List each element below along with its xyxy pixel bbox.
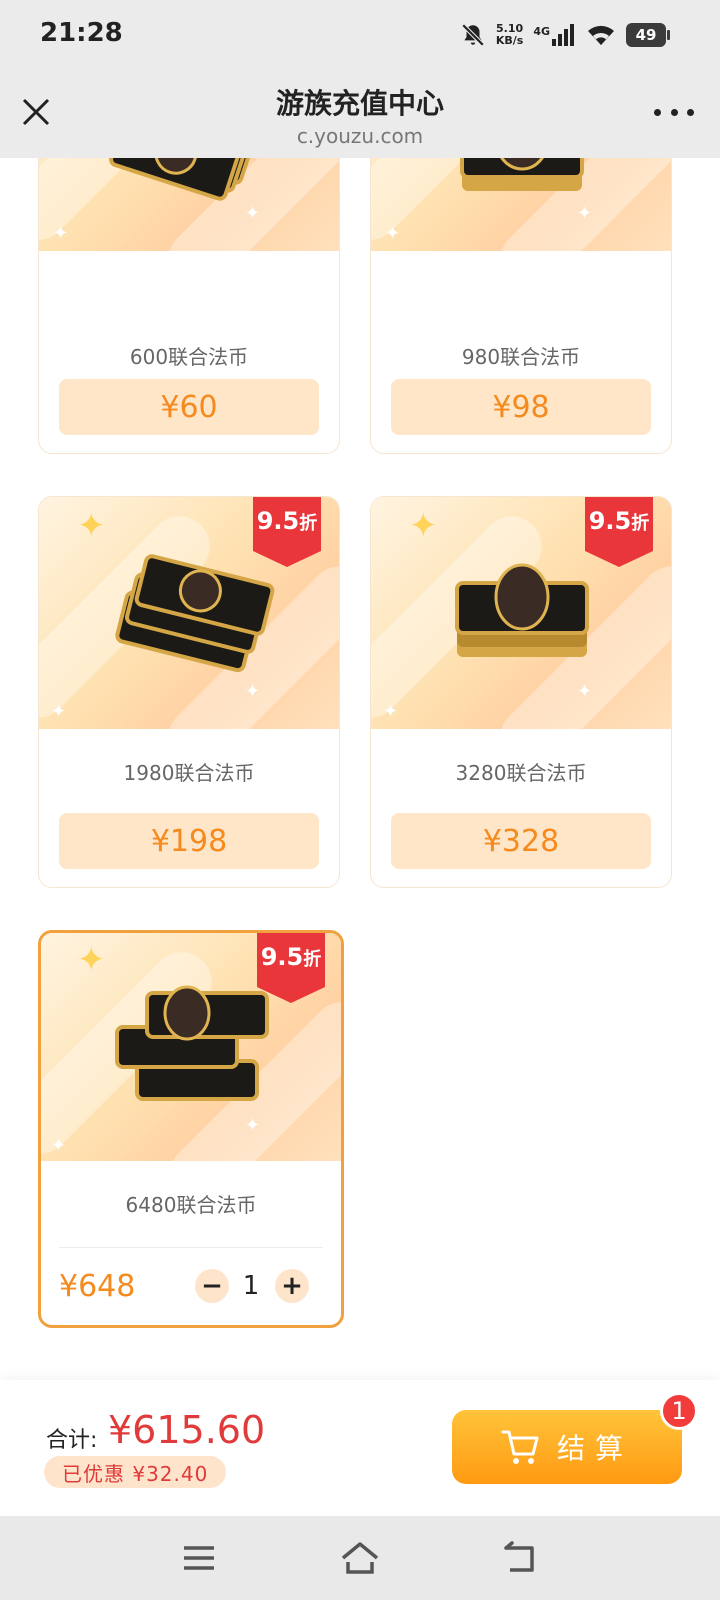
cart-count-badge: 1 xyxy=(660,1392,698,1430)
discount-rate: 9.5 xyxy=(256,507,300,535)
quantity-value: 1 xyxy=(242,1271,260,1301)
price-button[interactable]: ¥98 xyxy=(391,379,651,435)
more-icon[interactable] xyxy=(654,100,694,124)
more-dot xyxy=(687,108,694,116)
page-title: 游族充值中心 xyxy=(275,87,444,120)
bell-off-icon xyxy=(461,23,485,47)
status-time: 21:28 xyxy=(40,18,123,48)
discount-rate: 9.5 xyxy=(588,507,632,535)
product-list: ✦ ✦ 600联合法币 ¥60 ✦ ✦ 980联合法币 ¥98 ✦ ✦ ✦ 9.… xyxy=(0,158,720,1380)
sparkle-icon: ✦ xyxy=(245,1115,261,1136)
coin-stack-icon xyxy=(115,985,269,1101)
battery-icon: 49 xyxy=(626,23,670,47)
discount-unit: 折 xyxy=(303,949,322,970)
back-icon[interactable] xyxy=(500,1540,540,1576)
net-speed: 5.10 KB/s xyxy=(496,23,523,47)
coin-stack-icon xyxy=(455,563,589,657)
product-image: ✦ ✦ xyxy=(371,158,671,251)
price-button[interactable]: ¥60 xyxy=(59,379,319,435)
sparkle-icon: ✦ xyxy=(77,506,106,546)
product-card[interactable]: ✦ ✦ 980联合法币 ¥98 xyxy=(370,158,672,454)
coin-stack-icon xyxy=(460,158,584,191)
title-bar: 游族充值中心 c.youzu.com xyxy=(0,68,720,158)
net-speed-unit: KB/s xyxy=(495,34,524,47)
discount-badge: 9.5折 xyxy=(257,933,325,1003)
saved-badge: 已优惠 ¥32.40 xyxy=(44,1456,227,1488)
sparkle-icon: ✦ xyxy=(409,506,438,546)
price-button[interactable]: ¥328 xyxy=(391,813,651,869)
more-dot xyxy=(670,108,678,116)
sparkle-icon: ✦ xyxy=(77,940,106,980)
divider xyxy=(59,1247,323,1248)
cart-icon xyxy=(501,1430,539,1464)
checkout-button[interactable]: 结算 xyxy=(452,1410,682,1484)
product-name: 600联合法币 xyxy=(129,345,249,369)
discount-rate: 9.5 xyxy=(260,943,304,971)
signal-icon xyxy=(552,24,574,46)
checkout-label: 结算 xyxy=(556,1432,633,1465)
wifi-icon xyxy=(588,25,614,45)
coin-stack-icon xyxy=(115,554,275,673)
total-label: 合计: xyxy=(46,1428,98,1453)
sparkle-icon: ✦ xyxy=(383,701,399,722)
menu-icon[interactable] xyxy=(180,1540,220,1576)
product-image: ✦ ✦ ✦ 9.5折 xyxy=(371,497,671,729)
product-image: ✦ ✦ xyxy=(39,158,339,251)
sparkle-icon: ✦ xyxy=(385,223,401,244)
home-icon[interactable] xyxy=(340,1540,380,1576)
discount-badge: 9.5折 xyxy=(253,497,321,567)
status-icons: 5.10 KB/s 4G 49 xyxy=(460,20,670,50)
product-name: 980联合法币 xyxy=(461,345,581,369)
product-card[interactable]: ✦ ✦ ✦ 9.5折 1980联合法币 ¥198 xyxy=(38,496,340,888)
more-dot xyxy=(654,108,661,116)
product-image: ✦ ✦ ✦ 9.5折 xyxy=(39,497,339,729)
total-value: ¥615.60 xyxy=(108,1408,266,1452)
battery-level: 49 xyxy=(635,26,657,44)
product-card-selected[interactable]: ✦ ✦ ✦ 9.5折 6480联合法币 ¥648 − 1 + xyxy=(38,930,344,1328)
checkout-footer: 合计: ¥615.60 已优惠 ¥32.40 结算 1 xyxy=(0,1380,720,1516)
sparkle-icon: ✦ xyxy=(53,223,69,244)
discount-unit: 折 xyxy=(631,513,650,534)
sparkle-icon: ✦ xyxy=(51,1135,67,1156)
product-name: 3280联合法币 xyxy=(455,761,587,785)
signal-group: 4G xyxy=(533,24,576,46)
price-button[interactable]: ¥198 xyxy=(59,813,319,869)
plus-icon: + xyxy=(281,1271,303,1301)
discount-badge: 9.5折 xyxy=(585,497,653,567)
sparkle-icon: ✦ xyxy=(245,681,261,702)
product-card[interactable]: ✦ ✦ 600联合法币 ¥60 xyxy=(38,158,340,454)
quantity-minus-button[interactable]: − xyxy=(195,1269,229,1303)
quantity-plus-button[interactable]: + xyxy=(275,1269,309,1303)
network-type: 4G xyxy=(533,25,550,38)
system-nav-bar xyxy=(0,1516,720,1600)
selected-price: ¥648 xyxy=(59,1269,136,1304)
discount-unit: 折 xyxy=(299,513,318,534)
product-name: 1980联合法币 xyxy=(123,761,255,785)
coin-stack-icon xyxy=(109,158,259,201)
sparkle-icon: ✦ xyxy=(51,701,67,722)
product-card[interactable]: ✦ ✦ ✦ 9.5折 3280联合法币 ¥328 xyxy=(370,496,672,888)
product-name: 6480联合法币 xyxy=(125,1193,257,1217)
status-bar: 21:28 5.10 KB/s 4G 49 xyxy=(0,0,720,68)
product-image: ✦ ✦ ✦ 9.5折 xyxy=(41,933,341,1161)
minus-icon: − xyxy=(201,1271,223,1301)
page-url: c.youzu.com xyxy=(296,124,424,148)
sparkle-icon: ✦ xyxy=(577,681,593,702)
